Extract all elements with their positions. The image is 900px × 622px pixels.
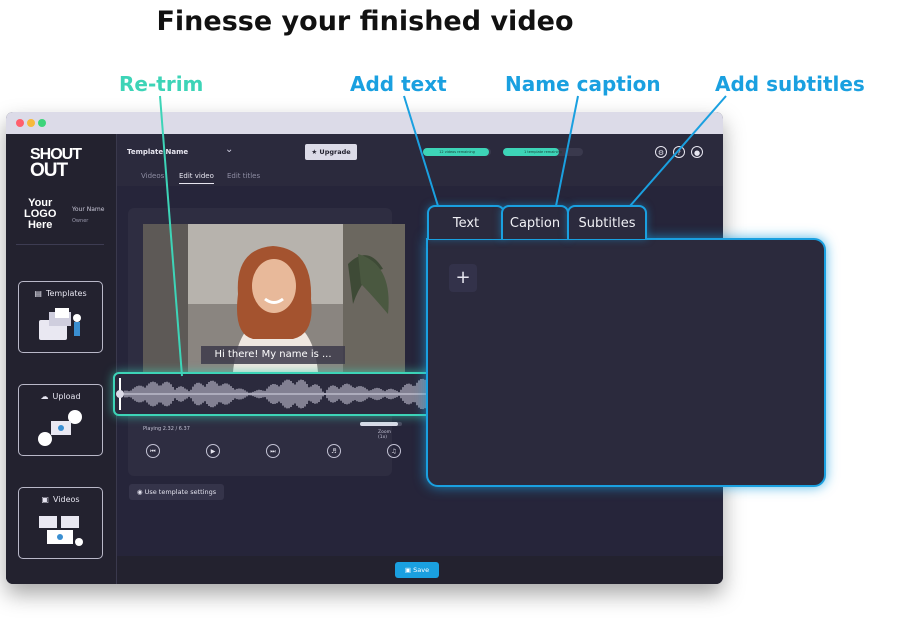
help-icon[interactable]: ? (673, 146, 685, 158)
text-caption-panel (426, 238, 826, 487)
user-name: Your Name (72, 206, 105, 213)
video-preview[interactable]: Hi there! My name is ... (143, 224, 405, 372)
gear-icon[interactable]: ⚙ (655, 146, 667, 158)
skip-forward-button[interactable]: ⏭ (266, 444, 280, 458)
videos-illustration (39, 516, 83, 546)
templates-remaining-text: 1 template remaining (524, 150, 562, 154)
sidebar-item-templates[interactable]: ▤ Templates (18, 281, 103, 353)
sidebar: SHOUT OUT Your LOGO Here Your Name Owner… (6, 134, 117, 584)
sidebar-item-label: Videos (52, 495, 80, 504)
templates-remaining-pill: 1 template remaining (503, 148, 583, 156)
chevron-down-icon[interactable]: ⌄ (225, 144, 233, 155)
brand-logo[interactable]: SHOUT OUT (30, 147, 82, 181)
headline: Finesse your finished video (156, 6, 574, 37)
videos-remaining-text: 12 videos remaining (439, 150, 475, 154)
volume-button[interactable]: ♬ (327, 444, 341, 458)
tab-videos[interactable]: Videos (141, 172, 164, 180)
zoom-slider-fill (360, 422, 398, 426)
user-logo: Your LOGO Here (24, 197, 57, 231)
user-role: Owner (72, 218, 89, 224)
callout-retrim: Re-trim (119, 72, 204, 96)
save-button[interactable]: ▣ Save (395, 562, 439, 578)
video-caption-overlay: Hi there! My name is ... (201, 346, 345, 364)
templates-illustration (39, 308, 81, 340)
use-template-label: Use template settings (144, 488, 217, 496)
sidebar-item-label: Templates (45, 289, 87, 298)
video-panel: Hi there! My name is ... Playing 2.32 / … (128, 208, 405, 476)
tab-edit-video[interactable]: Edit video (179, 172, 214, 184)
eye-icon: ◉ (136, 488, 145, 496)
use-template-settings-button[interactable]: ◉ Use template settings (129, 484, 224, 500)
upgrade-label: Upgrade (319, 148, 351, 156)
panel-tab-caption[interactable]: Caption (501, 205, 569, 239)
minimize-window-dot[interactable] (27, 119, 35, 127)
panel-tab-subtitles[interactable]: Subtitles (567, 205, 647, 239)
upgrade-button[interactable]: ★ Upgrade (305, 144, 357, 160)
maximize-window-dot[interactable] (38, 119, 46, 127)
zoom-label: Zoom (1x) (378, 430, 391, 440)
zoom-slider[interactable] (360, 422, 402, 426)
window-titlebar (6, 112, 723, 134)
callout-add-subtitles: Add subtitles (715, 72, 865, 96)
save-icon: ▣ (404, 566, 414, 574)
user-icon[interactable]: ● (691, 146, 703, 158)
videos-remaining-pill: 12 videos remaining (423, 148, 491, 156)
template-name[interactable]: Template Name (127, 148, 188, 156)
cloud-upload-icon: ☁ (40, 392, 49, 401)
play-button[interactable]: ▶ (206, 444, 220, 458)
panel-tab-text[interactable]: Text (427, 205, 505, 239)
trim-start-knob[interactable] (116, 390, 124, 398)
bottom-bar: ▣ Save (117, 556, 723, 584)
sidebar-item-upload[interactable]: ☁ Upload (18, 384, 103, 456)
close-window-dot[interactable] (16, 119, 24, 127)
callout-add-text: Add text (350, 72, 447, 96)
add-text-button[interactable]: + (449, 264, 477, 292)
music-button[interactable]: ♫ (387, 444, 401, 458)
sidebar-item-label: Upload (52, 392, 81, 401)
skip-back-button[interactable]: ⏮ (146, 444, 160, 458)
playback-time: Playing 2.32 / 6.37 (143, 426, 190, 432)
callout-name-caption: Name caption (505, 72, 661, 96)
sidebar-divider (16, 244, 104, 245)
document-icon: ▤ (34, 289, 42, 298)
sidebar-item-videos[interactable]: ▣ Videos (18, 487, 103, 559)
save-label: Save (413, 566, 430, 574)
upload-illustration (38, 410, 82, 446)
tab-edit-titles[interactable]: Edit titles (227, 172, 260, 180)
top-bar: Template Name ⌄ ★ Upgrade 12 videos rema… (117, 134, 723, 186)
lock-icon: ▣ (41, 495, 49, 504)
